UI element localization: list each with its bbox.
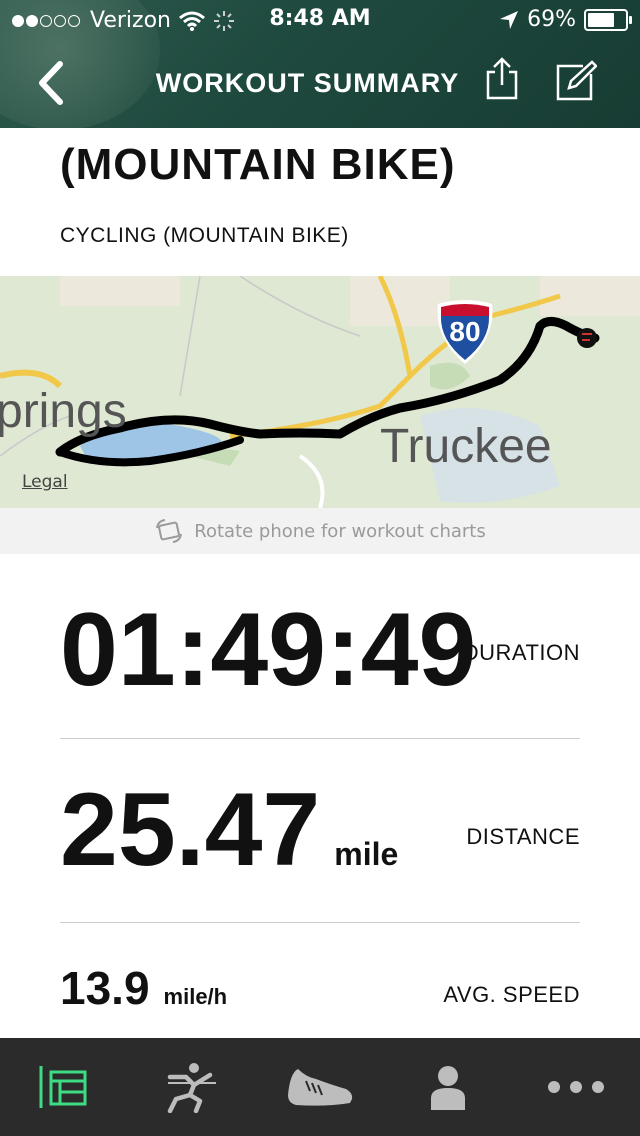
distance-unit: mile (334, 836, 399, 872)
map-label-town-left: prings (0, 385, 127, 438)
tab-more[interactable] (512, 1038, 640, 1136)
route-map[interactable]: 80 prings Truckee (0, 276, 640, 508)
rotate-hint-text: Rotate phone for workout charts (194, 520, 486, 542)
divider (60, 922, 580, 923)
activity-type: CYCLING (MOUNTAIN BIKE) (60, 224, 349, 247)
tab-feed[interactable] (0, 1038, 128, 1136)
distance-label: DISTANCE (466, 824, 580, 849)
tab-challenges[interactable] (128, 1038, 256, 1136)
feed-icon (39, 1066, 87, 1108)
profile-icon (431, 1066, 465, 1110)
avg-speed-value: 13.9 (60, 962, 150, 1014)
tab-profile[interactable] (384, 1038, 512, 1136)
workout-name: (MOUNTAIN BIKE) (60, 140, 456, 189)
map-legal-link[interactable]: Legal (22, 472, 68, 492)
status-right: 69% (499, 7, 632, 32)
shoe-icon (288, 1069, 353, 1106)
avg-speed-unit: mile/h (163, 984, 228, 1009)
runner-finish-icon (167, 1063, 216, 1113)
avg-speed-label: AVG. SPEED (443, 982, 580, 1007)
duration-stat: 01:49:49 DURATION (60, 590, 580, 710)
avg-speed-stat: 13.9 mile/h AVG. SPEED (60, 958, 580, 1028)
share-icon[interactable] (484, 56, 520, 100)
status-bar: Verizon 8:48 AM 69% (0, 0, 640, 40)
edit-icon[interactable] (555, 60, 597, 102)
more-icon (548, 1081, 604, 1093)
tab-bar (0, 1038, 640, 1136)
rotate-hint: Rotate phone for workout charts (0, 508, 640, 554)
distance-value: 25.47 (60, 772, 321, 888)
battery-percent: 69% (527, 7, 576, 32)
divider (60, 738, 580, 739)
map-label-town-right: Truckee (380, 420, 552, 473)
distance-stat: 25.47 mile DISTANCE (60, 770, 580, 900)
highway-number: 80 (449, 316, 481, 347)
rotate-phone-icon (156, 519, 183, 543)
tab-gear[interactable] (256, 1038, 384, 1136)
header: Verizon 8:48 AM 69% WORKOUT SUMMARY (0, 0, 640, 128)
duration-value: 01:49:49 (60, 592, 477, 708)
page-title: WORKOUT SUMMARY (155, 68, 460, 98)
duration-label: DURATION (462, 640, 580, 665)
location-arrow-icon (500, 10, 519, 29)
battery-icon (584, 8, 632, 31)
